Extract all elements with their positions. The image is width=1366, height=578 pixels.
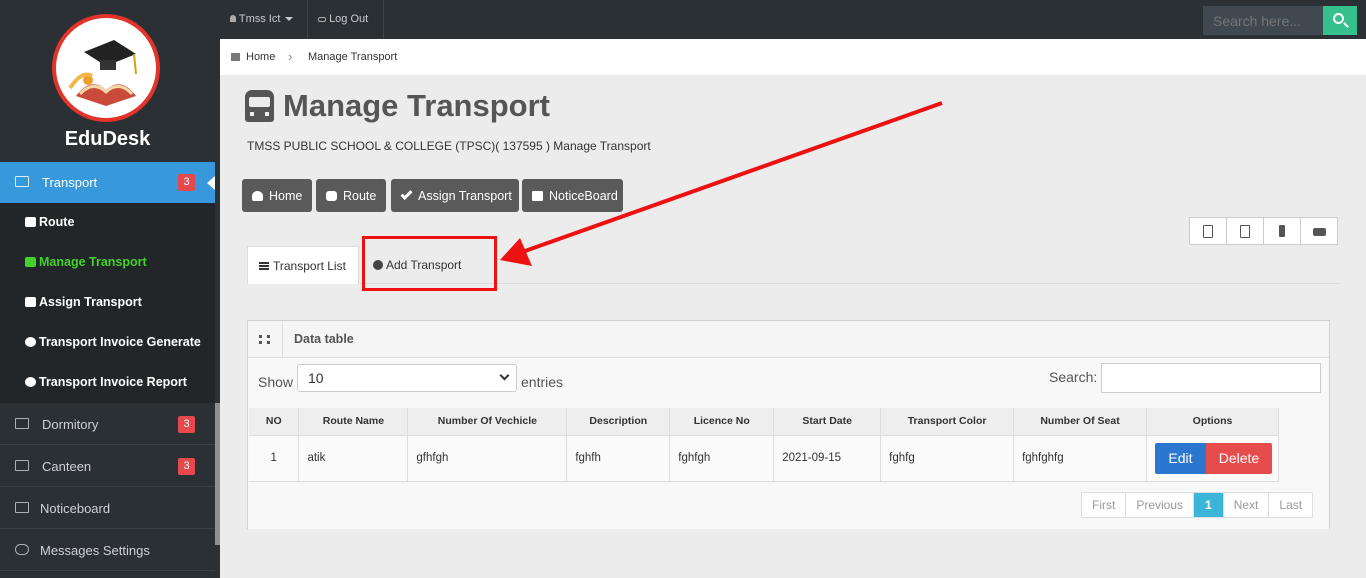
cell-route-name: atik: [298, 434, 409, 482]
delete-button[interactable]: Delete: [1205, 442, 1272, 474]
cell-options: Edit Delete: [1146, 434, 1280, 482]
panel-title: Data table: [294, 332, 354, 346]
column-header[interactable]: Number Of Vechicle: [407, 408, 568, 435]
divider: [282, 321, 283, 358]
column-header[interactable]: Start Date: [773, 408, 882, 435]
transport-table: NO Route Name Number Of Vechicle Descrip…: [249, 408, 1280, 482]
pager-current[interactable]: 1: [1194, 493, 1224, 517]
cell-licence: fghfgh: [669, 434, 775, 482]
entries-label: entries: [521, 374, 564, 390]
data-table-panel: Data table Show 10 entries Search: NO Ro…: [247, 320, 1330, 529]
cell-vehicle: gfhfgh: [407, 434, 568, 482]
table-search-input[interactable]: [1101, 363, 1321, 393]
column-header[interactable]: NO: [249, 408, 300, 435]
column-header: Options: [1146, 408, 1280, 435]
grid-icon: [259, 335, 270, 344]
pager-first[interactable]: First: [1082, 493, 1127, 517]
pagination: First Previous 1 Next Last: [1081, 492, 1314, 518]
column-header[interactable]: Transport Color: [880, 408, 1015, 435]
column-header[interactable]: Description: [566, 408, 671, 435]
panel-header: Data table: [248, 321, 1329, 358]
pager-previous[interactable]: Previous: [1126, 493, 1195, 517]
cell-start-date: 2021-09-15: [773, 434, 882, 482]
selected-value: 10: [308, 370, 324, 386]
cell-no: 1: [249, 434, 300, 482]
cell-seat: fghfghfg: [1013, 434, 1147, 482]
chevron-down-icon: [499, 370, 510, 381]
column-header[interactable]: Number Of Seat: [1013, 408, 1147, 435]
show-label: Show: [258, 374, 294, 390]
search-label: Search:: [1049, 369, 1098, 385]
pager-next[interactable]: Next: [1224, 493, 1270, 517]
panel-body: Show 10 entries Search: NO Route Name Nu…: [248, 359, 1329, 529]
cell-description: fghfh: [566, 434, 671, 482]
entries-select[interactable]: 10: [297, 364, 517, 392]
column-header[interactable]: Licence No: [669, 408, 775, 435]
table-header-row: NO Route Name Number Of Vechicle Descrip…: [249, 408, 1280, 435]
cell-color: fghfg: [880, 434, 1015, 482]
pager-last[interactable]: Last: [1269, 493, 1312, 517]
column-header[interactable]: Route Name: [298, 408, 409, 435]
edit-button[interactable]: Edit: [1154, 442, 1206, 474]
table-row: 1 atik gfhfgh fghfh fghfgh 2021-09-15 fg…: [249, 434, 1280, 482]
